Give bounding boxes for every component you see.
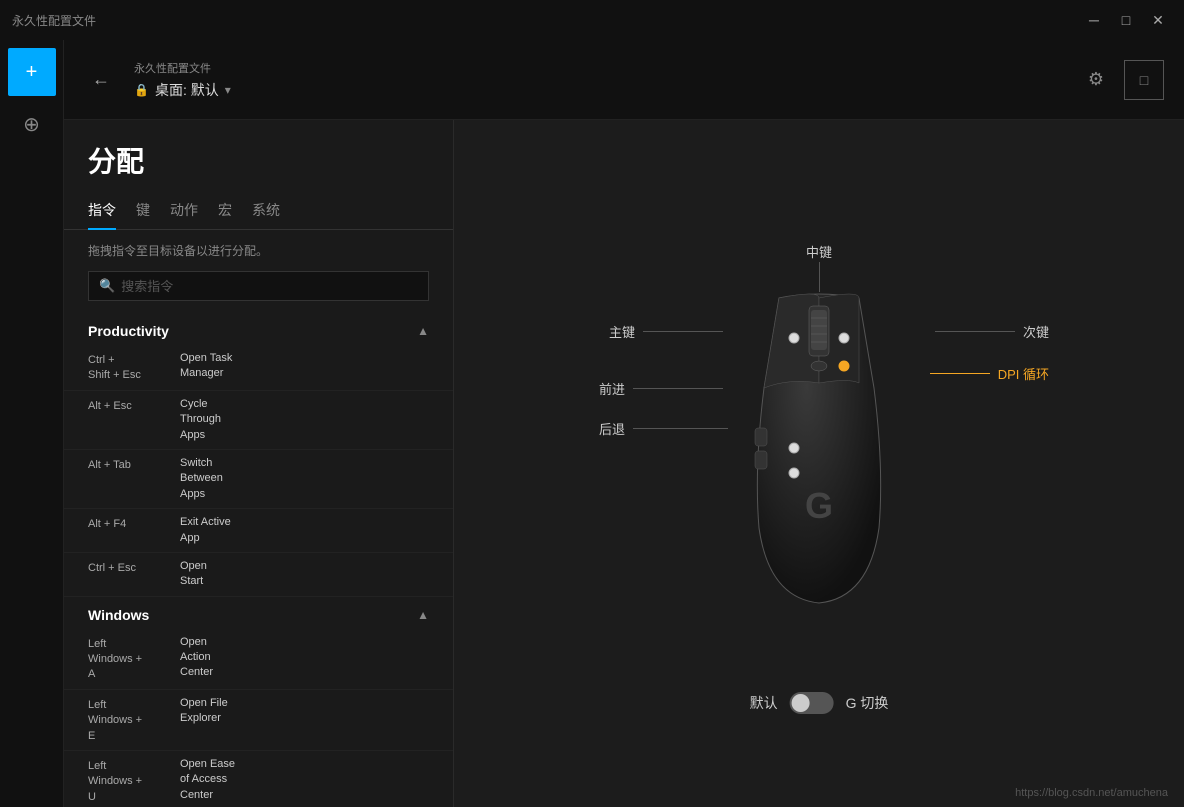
cmd-key: Ctrl + Esc	[88, 559, 168, 576]
tab-system[interactable]: 系统	[252, 192, 280, 230]
windows-title: Windows	[88, 607, 149, 623]
list-item[interactable]: Ctrl +Shift + Esc Open TaskManager	[64, 345, 453, 391]
tab-commands[interactable]: 指令	[88, 192, 116, 230]
main-button-label: 主键	[609, 322, 723, 341]
search-input[interactable]	[121, 279, 418, 294]
maximize-button[interactable]: □	[1112, 6, 1140, 34]
icon-sidebar: + ⊕	[0, 40, 64, 807]
lock-icon: 🔒	[134, 83, 149, 97]
settings-button[interactable]: ⚙	[1076, 60, 1116, 100]
tabs-bar: 指令 键 动作 宏 系统	[64, 192, 453, 230]
instructions-text: 拖拽指令至目标设备以进行分配。	[64, 230, 453, 271]
joystick-button[interactable]: ⊕	[8, 100, 56, 148]
back-button-label: 后退	[599, 419, 728, 438]
joystick-icon: ⊕	[23, 112, 40, 137]
minimize-button[interactable]: ─	[1080, 6, 1108, 34]
content-area: 分配 指令 键 动作 宏 系统 拖拽指令至目标设备以进行分配。 🔍	[64, 120, 1184, 807]
header-device-label: 桌面: 默认	[155, 80, 219, 100]
list-item[interactable]: Alt + F4 Exit ActiveApp	[64, 509, 453, 553]
header-device-row: 🔒 桌面: 默认 ▾	[134, 80, 1060, 100]
search-icon: 🔍	[99, 278, 115, 294]
window-controls: ─ □ ✕	[1080, 6, 1172, 34]
cmd-desc: OpenStart	[180, 559, 207, 590]
mouse-diagram: G 中键	[589, 204, 1049, 724]
list-item[interactable]: LeftWindows +E Open FileExplorer	[64, 690, 453, 751]
plus-icon: +	[26, 61, 38, 84]
list-item[interactable]: LeftWindows +U Open Easeof AccessCenter	[64, 751, 453, 807]
watermark: https://blog.csdn.net/amuchena	[1015, 787, 1168, 799]
productivity-collapse-btn[interactable]: ▲	[417, 324, 429, 338]
default-label: 默认	[750, 693, 778, 713]
back-button[interactable]: ←	[84, 65, 118, 94]
toggle-area: 默认 G 切换	[750, 692, 889, 714]
cmd-key: Alt + F4	[88, 515, 168, 532]
list-item[interactable]: Alt + Esc CycleThroughApps	[64, 391, 453, 450]
productivity-section-header: Productivity ▲	[64, 313, 453, 345]
left-panel: 分配 指令 键 动作 宏 系统 拖拽指令至目标设备以进行分配。 🔍	[64, 120, 454, 807]
tab-keys[interactable]: 键	[136, 192, 150, 230]
dpi-label: DPI 循环	[930, 364, 1049, 383]
cmd-key: LeftWindows +U	[88, 757, 168, 805]
title-bar-info: 永久性配置文件	[12, 12, 96, 29]
cmd-key: LeftWindows +E	[88, 696, 168, 744]
cmd-desc: Exit ActiveApp	[180, 515, 231, 546]
g-mode-toggle[interactable]	[790, 692, 834, 714]
tab-macros[interactable]: 宏	[218, 192, 232, 230]
list-item[interactable]: Ctrl + Esc OpenStart	[64, 553, 453, 597]
tab-actions[interactable]: 动作	[170, 192, 198, 230]
windows-section-header: Windows ▲	[64, 597, 453, 629]
header-right: ⚙ □	[1076, 60, 1164, 100]
cmd-desc: Open Easeof AccessCenter	[180, 757, 235, 803]
secondary-button-label: 次键	[935, 322, 1049, 341]
chevron-down-icon[interactable]: ▾	[225, 83, 231, 97]
mouse-svg: G	[719, 288, 919, 608]
command-list: Productivity ▲ Ctrl +Shift + Esc Open Ta…	[64, 313, 453, 807]
title-bar: 永久性配置文件 ─ □ ✕	[0, 0, 1184, 40]
view-toggle-button[interactable]: □	[1124, 60, 1164, 100]
list-item[interactable]: LeftWindows +A OpenActionCenter	[64, 629, 453, 690]
middle-button-label: 中键	[806, 242, 832, 292]
cmd-key: Ctrl +Shift + Esc	[88, 351, 168, 384]
app-container: + ⊕ ← 永久性配置文件 🔒 桌面: 默认 ▾ ⚙ □	[0, 40, 1184, 807]
productivity-title: Productivity	[88, 323, 169, 339]
cmd-desc: CycleThroughApps	[180, 397, 221, 443]
svg-text:G: G	[805, 485, 833, 526]
close-button[interactable]: ✕	[1144, 6, 1172, 34]
right-panel: G 中键	[454, 120, 1184, 807]
cmd-desc: OpenActionCenter	[180, 635, 213, 681]
search-bar: 🔍	[88, 271, 429, 301]
header-profile-text: 永久性配置文件	[134, 60, 1060, 76]
title-bar-profile: 永久性配置文件	[12, 12, 96, 29]
header-bar: ← 永久性配置文件 🔒 桌面: 默认 ▾ ⚙ □	[64, 40, 1184, 120]
g-switch-label: G 切换	[846, 693, 889, 713]
main-wrapper: ← 永久性配置文件 🔒 桌面: 默认 ▾ ⚙ □ 分配 指令	[64, 40, 1184, 807]
panel-title: 分配	[64, 120, 453, 192]
cmd-desc: Open TaskManager	[180, 351, 232, 382]
cmd-key: LeftWindows +A	[88, 635, 168, 683]
forward-button-label: 前进	[599, 379, 723, 398]
windows-collapse-btn[interactable]: ▲	[417, 608, 429, 622]
cmd-key: Alt + Esc	[88, 397, 168, 414]
header-info: 永久性配置文件 🔒 桌面: 默认 ▾	[134, 60, 1060, 100]
cmd-desc: Open FileExplorer	[180, 696, 228, 727]
toggle-knob	[792, 694, 810, 712]
cmd-key: Alt + Tab	[88, 456, 168, 473]
cmd-desc: SwitchBetweenApps	[180, 456, 223, 502]
add-profile-button[interactable]: +	[8, 48, 56, 96]
list-item[interactable]: Alt + Tab SwitchBetweenApps	[64, 450, 453, 509]
